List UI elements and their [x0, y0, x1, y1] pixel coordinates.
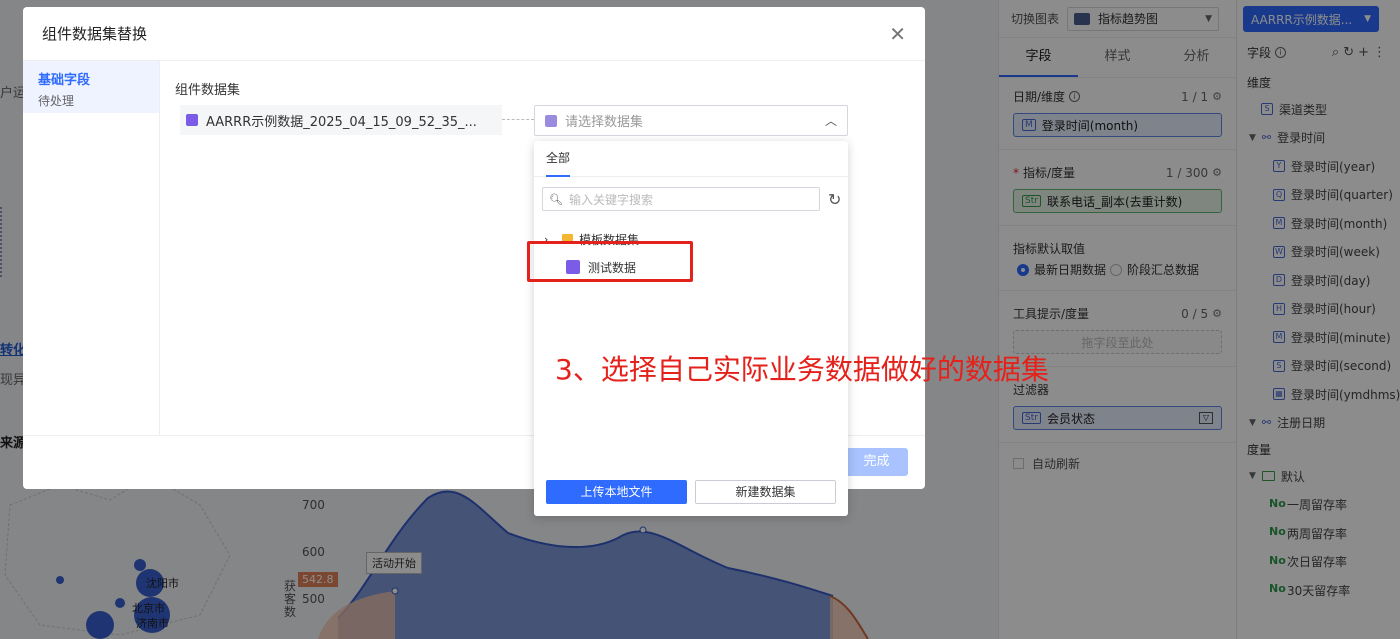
step-basic-fields[interactable]: 基础字段 待处理 [23, 61, 159, 113]
dataset-search-input[interactable]: 🔍︎ 输入关键字搜索 [542, 187, 820, 211]
chevron-up-icon: ︿ [824, 114, 837, 128]
source-dataset-name: AARRR示例数据_2025_04_15_09_52_35_... [206, 114, 477, 130]
refresh-icon[interactable]: ↻ [828, 190, 841, 209]
modal-title: 组件数据集替换 [42, 25, 148, 43]
new-dataset-button[interactable]: 新建数据集 [695, 480, 836, 504]
source-dataset: AARRR示例数据_2025_04_15_09_52_35_... [180, 105, 502, 135]
target-dataset-placeholder: 请选择数据集 [565, 115, 644, 130]
modal-step-list: 基础字段 待处理 [23, 61, 160, 435]
search-icon: 🔍︎ [549, 192, 563, 206]
step-status: 待处理 [38, 94, 75, 108]
finish-button[interactable]: 完成 [845, 448, 908, 476]
step-title: 基础字段 [38, 73, 91, 88]
target-dataset-select[interactable]: 请选择数据集 ︿ [534, 105, 848, 136]
search-placeholder: 输入关键字搜索 [568, 192, 653, 207]
tab-all[interactable]: 全部 [546, 141, 571, 177]
upload-local-file-button[interactable]: 上传本地文件 [546, 480, 687, 504]
modal-body: 组件数据集 AARRR示例数据_2025_04_15_09_52_35_... … [175, 79, 848, 136]
mapping-connector [502, 119, 534, 120]
dataset-cube-icon [186, 114, 198, 126]
dataset-cube-icon [545, 114, 557, 127]
dataset-dropdown: 全部 🔍︎ 输入关键字搜索 ↻ › 模板数据集 测试数据 上传本地文件 新建数据… [534, 141, 848, 516]
tutorial-annotation: 3、选择自己实际业务数据做好的数据集 [555, 353, 1049, 386]
section-label: 组件数据集 [175, 83, 241, 98]
highlight-box [527, 241, 693, 282]
close-icon[interactable]: ✕ [889, 24, 906, 44]
